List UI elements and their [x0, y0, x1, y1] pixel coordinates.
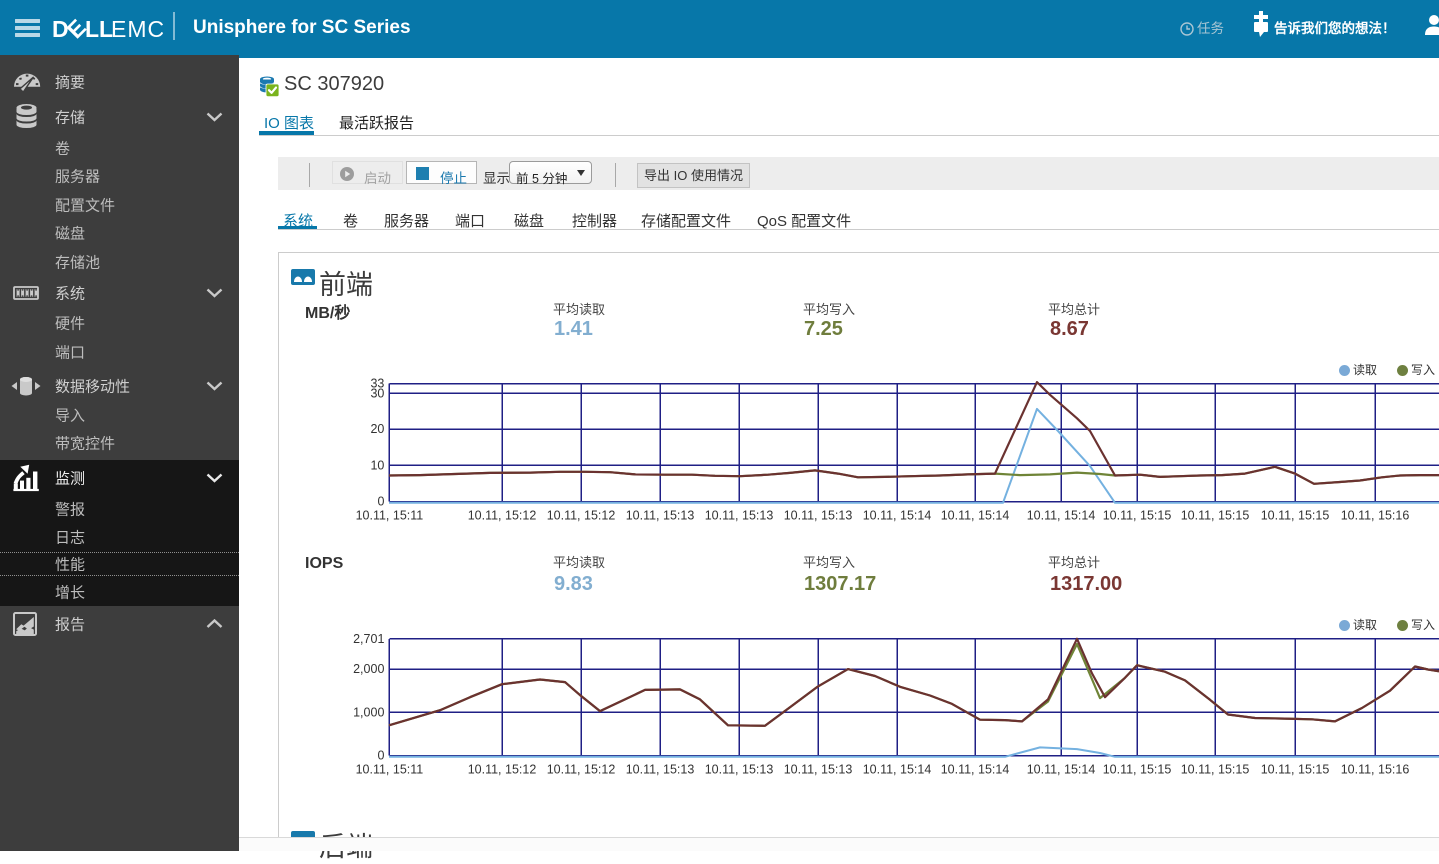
svg-text:10.11, 15:14: 10.11, 15:14	[1027, 509, 1096, 523]
svg-text:2,701: 2,701	[353, 632, 384, 646]
svg-text:10.11, 15:14: 10.11, 15:14	[941, 763, 1010, 777]
svg-text:10.11, 15:16: 10.11, 15:16	[1341, 763, 1410, 777]
svg-text:10.11, 15:13: 10.11, 15:13	[705, 509, 774, 523]
svg-text:0: 0	[377, 749, 384, 763]
svg-text:10.11, 15:12: 10.11, 15:12	[547, 509, 616, 523]
svg-text:10.11, 15:15: 10.11, 15:15	[1181, 509, 1250, 523]
svg-text:10.11, 15:13: 10.11, 15:13	[705, 763, 774, 777]
svg-text:10.11, 15:11: 10.11, 15:11	[356, 509, 424, 523]
svg-text:10.11, 15:16: 10.11, 15:16	[1341, 509, 1410, 523]
svg-text:30: 30	[370, 386, 384, 400]
svg-text:10.11, 15:13: 10.11, 15:13	[784, 763, 853, 777]
svg-text:LL: LL	[85, 16, 113, 41]
svg-text:10.11, 15:13: 10.11, 15:13	[626, 763, 695, 777]
svg-text:0: 0	[377, 495, 384, 509]
svg-text:10.11, 15:15: 10.11, 15:15	[1261, 763, 1330, 777]
svg-text:EMC: EMC	[111, 16, 163, 41]
svg-text:10: 10	[370, 458, 384, 472]
svg-text:10.11, 15:11: 10.11, 15:11	[356, 763, 424, 777]
svg-text:10.11, 15:14: 10.11, 15:14	[1027, 763, 1096, 777]
svg-text:10.11, 15:12: 10.11, 15:12	[468, 763, 537, 777]
svg-text:10.11, 15:15: 10.11, 15:15	[1103, 509, 1172, 523]
svg-text:10.11, 15:15: 10.11, 15:15	[1103, 763, 1172, 777]
svg-text:1,000: 1,000	[353, 705, 384, 719]
svg-text:10.11, 15:15: 10.11, 15:15	[1261, 509, 1330, 523]
svg-text:10.11, 15:14: 10.11, 15:14	[863, 763, 932, 777]
svg-text:10.11, 15:15: 10.11, 15:15	[1181, 763, 1250, 777]
svg-text:10.11, 15:14: 10.11, 15:14	[941, 509, 1010, 523]
svg-text:2,000: 2,000	[353, 662, 384, 676]
svg-text:10.11, 15:12: 10.11, 15:12	[547, 763, 616, 777]
svg-text:10.11, 15:13: 10.11, 15:13	[626, 509, 695, 523]
svg-text:10.11, 15:14: 10.11, 15:14	[863, 509, 932, 523]
svg-text:10.11, 15:13: 10.11, 15:13	[784, 509, 853, 523]
svg-text:20: 20	[370, 422, 384, 436]
svg-text:10.11, 15:12: 10.11, 15:12	[468, 509, 537, 523]
